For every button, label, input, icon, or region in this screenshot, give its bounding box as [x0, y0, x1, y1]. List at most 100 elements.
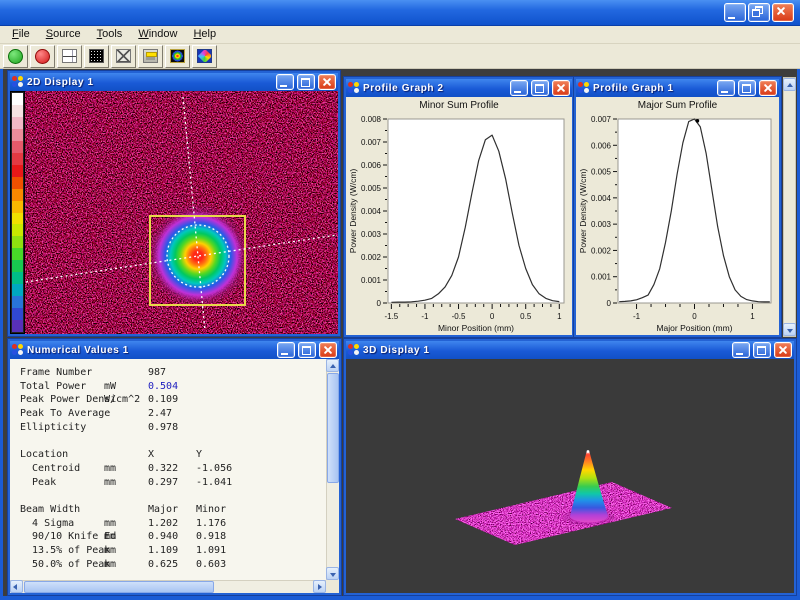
- major-axis-crosshair: [26, 235, 337, 282]
- roi-box[interactable]: [150, 216, 245, 305]
- svg-text:-1: -1: [633, 312, 641, 321]
- profiles-view-button[interactable]: [57, 45, 82, 68]
- menu-window[interactable]: Window: [130, 27, 185, 42]
- 2d-close-button[interactable]: [318, 74, 336, 90]
- menu-help[interactable]: Help: [185, 27, 224, 42]
- palette-button[interactable]: [138, 45, 163, 68]
- app-close-button[interactable]: [772, 3, 794, 22]
- svg-text:0: 0: [377, 299, 382, 308]
- menu-file[interactable]: File: [4, 27, 38, 42]
- profile1-maximize-button[interactable]: [738, 80, 756, 96]
- 3d-close-button[interactable]: [774, 342, 792, 358]
- profile1-content: Major Sum Profile00.0010.0020.0030.0040.…: [576, 97, 779, 335]
- numeric-vscroll-thumb[interactable]: [327, 373, 339, 483]
- svg-text:0.006: 0.006: [591, 141, 612, 150]
- profile2-minimize-button[interactable]: [510, 80, 528, 96]
- mdi-vertical-scrollbar[interactable]: [783, 77, 796, 337]
- svg-text:Power Density (W/cm): Power Density (W/cm): [578, 169, 588, 254]
- numeric-scroll-right-button[interactable]: [313, 580, 326, 593]
- 3d-display-content: [346, 359, 794, 593]
- 2d-display-titlebar[interactable]: 2D Display 1: [10, 73, 338, 91]
- start-button[interactable]: [3, 45, 28, 68]
- numeric-row: [10, 490, 326, 504]
- beam-2d-view-button[interactable]: [165, 45, 190, 68]
- svg-text:0.004: 0.004: [361, 207, 382, 216]
- major-profile-chart: Major Sum Profile00.0010.0020.0030.0040.…: [576, 97, 779, 335]
- svg-text:0: 0: [490, 312, 495, 321]
- numeric-row: Ellipticity0.978: [10, 422, 326, 436]
- 2d-maximize-button[interactable]: [297, 74, 315, 90]
- window-app-icon: [578, 82, 590, 94]
- window-app-icon: [12, 344, 24, 356]
- numeric-horizontal-scrollbar[interactable]: [10, 580, 326, 593]
- svg-text:-1.5: -1.5: [384, 312, 398, 321]
- application-window: FileSourceToolsWindowHelp 2D Display 1: [0, 0, 800, 600]
- aperture-circle[interactable]: [167, 225, 229, 287]
- profile2-close-button[interactable]: [552, 80, 570, 96]
- svg-text:0.005: 0.005: [591, 168, 612, 177]
- numeric-titlebar[interactable]: Numerical Values 1: [10, 341, 339, 359]
- 3d-display-titlebar[interactable]: 3D Display 1: [346, 341, 794, 359]
- window-app-icon: [348, 82, 360, 94]
- svg-text:0.007: 0.007: [361, 138, 382, 147]
- image-view-button[interactable]: [84, 45, 109, 68]
- mdi-scroll-up-button[interactable]: [783, 78, 796, 91]
- numeric-scroll-down-button[interactable]: [326, 567, 339, 580]
- numeric-row: 50.0% of Peakmm0.6250.603: [10, 559, 326, 573]
- numeric-minimize-button[interactable]: [277, 342, 295, 358]
- svg-text:0: 0: [692, 312, 697, 321]
- numeric-table: Frame Number987Total PowermW0.504Peak Po…: [10, 359, 326, 580]
- menu-source[interactable]: Source: [38, 27, 89, 42]
- numeric-content: Frame Number987Total PowermW0.504Peak Po…: [10, 359, 339, 593]
- menu-bar: FileSourceToolsWindowHelp: [0, 26, 800, 44]
- numeric-close-button[interactable]: [319, 342, 337, 358]
- minor-profile-chart: Minor Sum Profile00.0010.0020.0030.0040.…: [346, 97, 572, 335]
- numeric-row: 13.5% of Peakmm1.1091.091: [10, 545, 326, 559]
- 3d-display-title: 3D Display 1: [363, 345, 729, 356]
- wireframe-icon: [116, 49, 131, 63]
- window-3d-display: 3D Display 1: [344, 339, 796, 595]
- svg-text:0.007: 0.007: [591, 115, 612, 124]
- numeric-vertical-scrollbar[interactable]: [326, 359, 339, 580]
- window-profile-graph-1: Profile Graph 1 Major Sum Profile00.0010…: [574, 77, 781, 337]
- numeric-row: Peak To Average2.47: [10, 408, 326, 422]
- window-profile-graph-2: Profile Graph 2 Minor Sum Profile00.0010…: [344, 77, 574, 337]
- 3d-minimize-button[interactable]: [732, 342, 750, 358]
- wireframe-view-button[interactable]: [111, 45, 136, 68]
- minor-axis-crosshair: [183, 97, 205, 331]
- numeric-scroll-up-button[interactable]: [326, 359, 339, 372]
- red-circle-icon: [35, 49, 50, 64]
- profile1-close-button[interactable]: [759, 80, 777, 96]
- palette-icon: [143, 49, 158, 63]
- menu-tools[interactable]: Tools: [89, 27, 131, 42]
- app-minimize-button[interactable]: [724, 3, 746, 22]
- 2d-minimize-button[interactable]: [276, 74, 294, 90]
- profile1-titlebar[interactable]: Profile Graph 1: [576, 79, 779, 97]
- mdi-scroll-down-button[interactable]: [783, 323, 796, 336]
- svg-text:0.006: 0.006: [361, 161, 382, 170]
- numeric-scroll-left-button[interactable]: [10, 580, 23, 593]
- 2d-display-title: 2D Display 1: [27, 77, 273, 88]
- numeric-maximize-button[interactable]: [298, 342, 316, 358]
- numeric-row: 90/10 Knife Edmm0.9400.918: [10, 531, 326, 545]
- numeric-row: Beam WidthMajorMinor: [10, 504, 326, 518]
- profile2-maximize-button[interactable]: [531, 80, 549, 96]
- numeric-hscroll-thumb[interactable]: [24, 581, 214, 593]
- window-app-icon: [12, 76, 24, 88]
- svg-text:Major Position (mm): Major Position (mm): [656, 323, 732, 333]
- beam-3d-icon: [197, 49, 212, 63]
- app-titlebar[interactable]: [0, 0, 800, 26]
- svg-text:0.003: 0.003: [361, 230, 382, 239]
- beam-3d-view-button[interactable]: [192, 45, 217, 68]
- svg-text:Minor Position (mm): Minor Position (mm): [438, 323, 514, 333]
- beam-3d-peak-tip: [587, 450, 590, 453]
- numeric-row: Centroidmm0.322-1.056: [10, 463, 326, 477]
- numeric-row: [10, 435, 326, 449]
- window-app-icon: [348, 344, 360, 356]
- stop-button[interactable]: [30, 45, 55, 68]
- 3d-maximize-button[interactable]: [753, 342, 771, 358]
- app-restore-button[interactable]: [748, 3, 770, 22]
- profile1-minimize-button[interactable]: [717, 80, 735, 96]
- svg-text:-0.5: -0.5: [452, 312, 466, 321]
- profile2-titlebar[interactable]: Profile Graph 2: [346, 79, 572, 97]
